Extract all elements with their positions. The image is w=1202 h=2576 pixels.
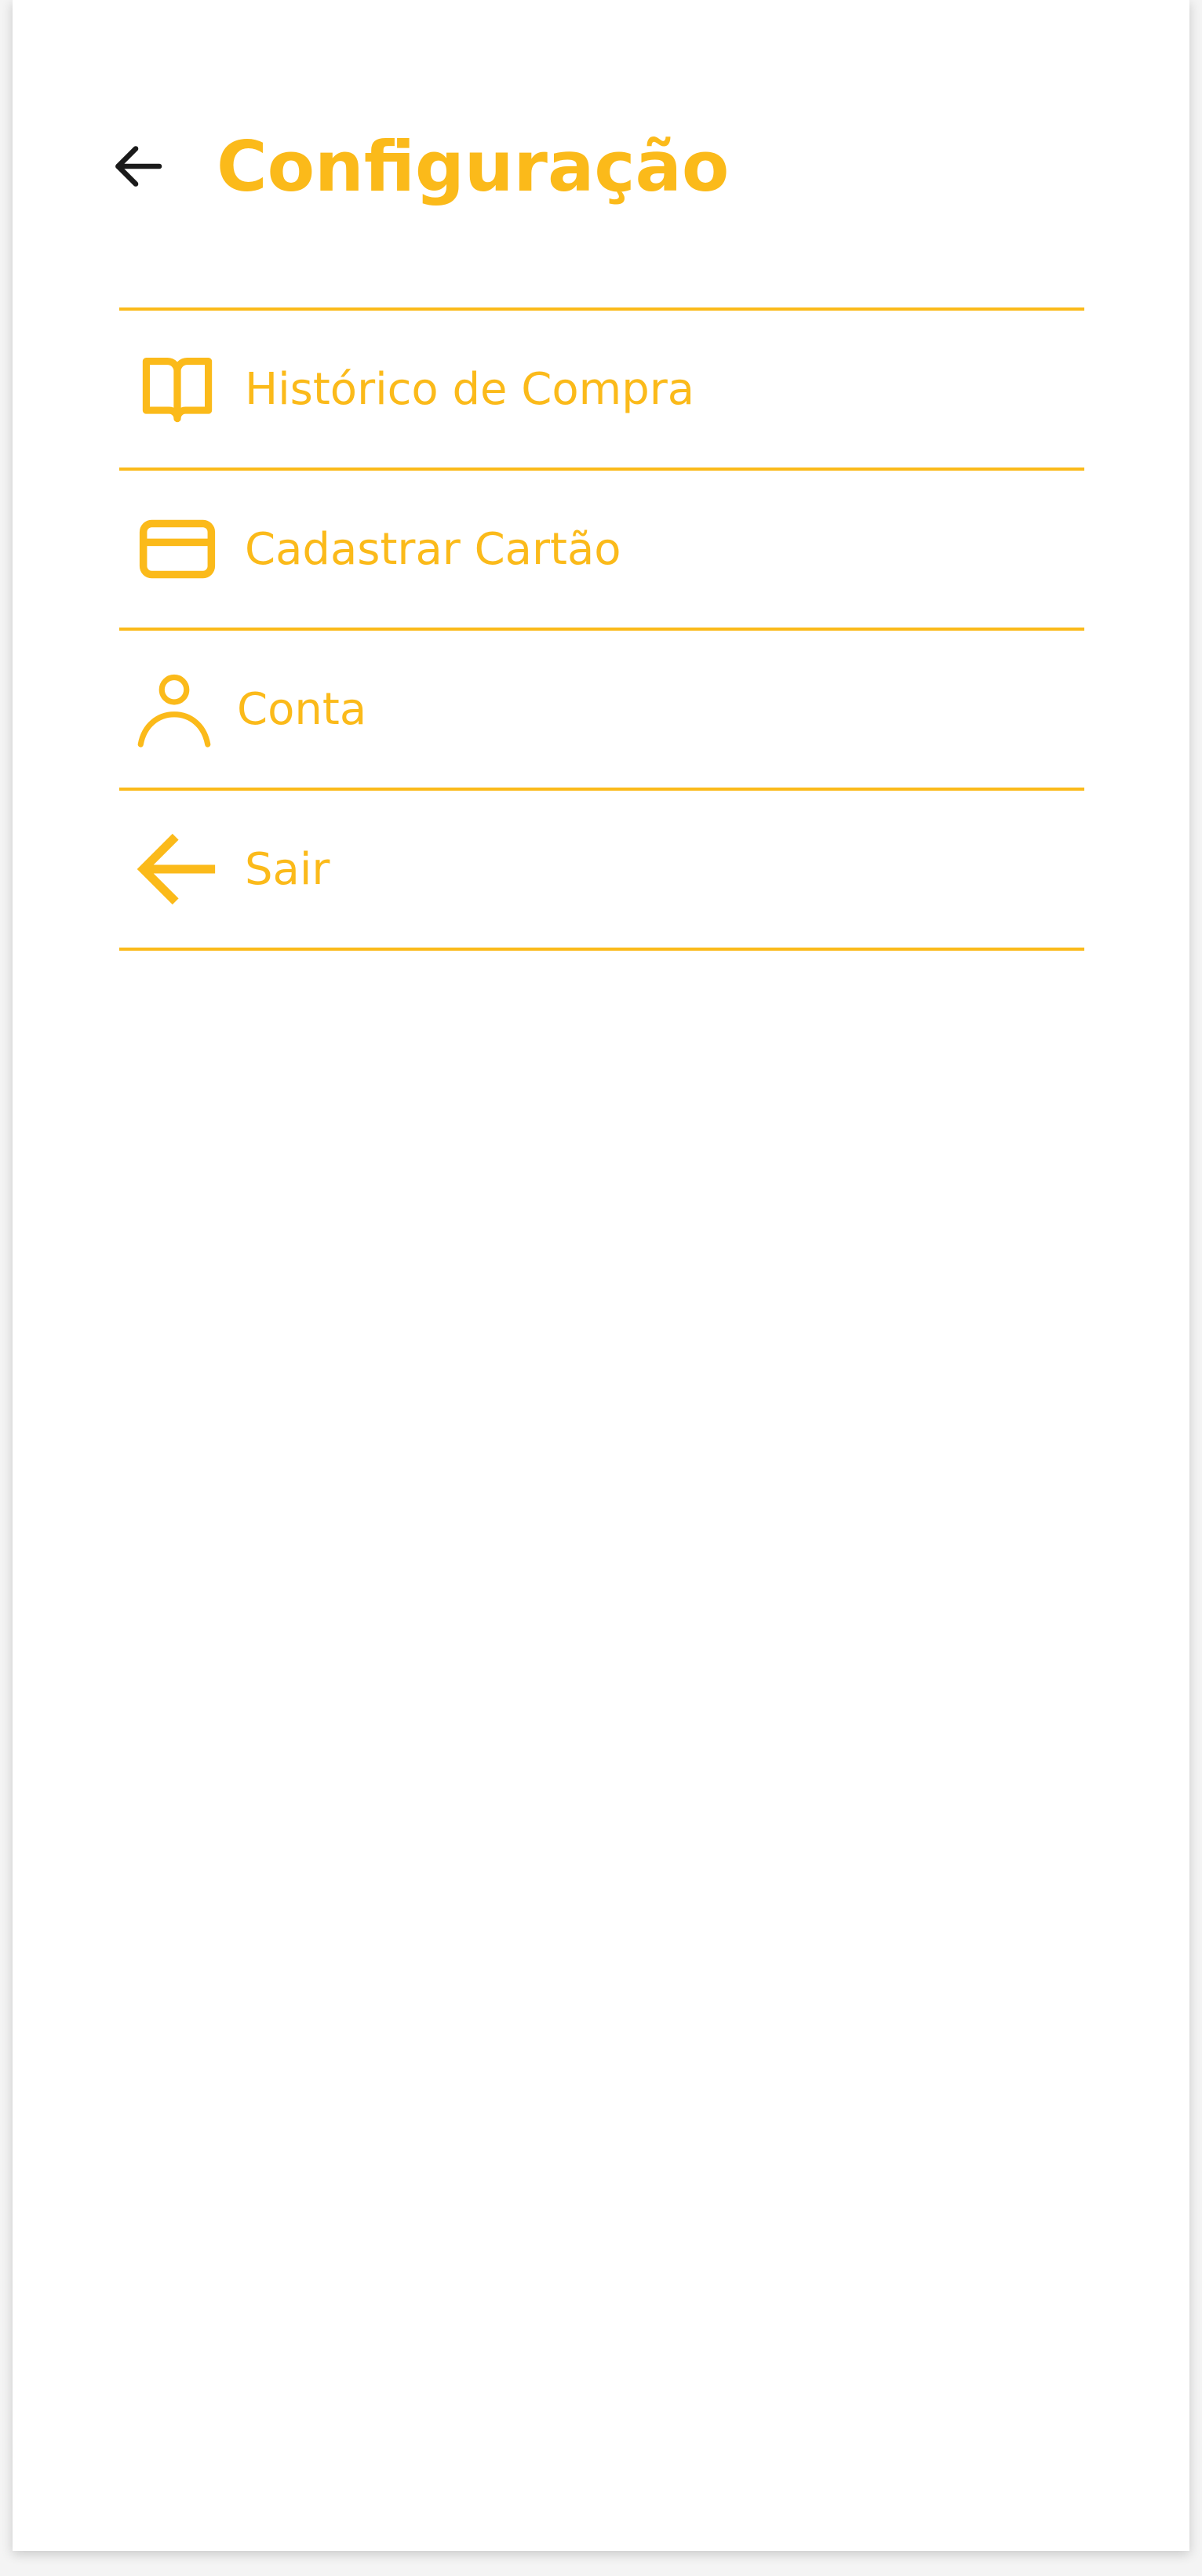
- credit-card-icon: [130, 502, 224, 596]
- menu-item-label: Histórico de Compra: [245, 363, 695, 415]
- header: Configuração: [13, 110, 1189, 220]
- settings-screen: Configuração Histórico de Compra Cadastr…: [13, 0, 1189, 2551]
- logout-arrow-icon: [130, 822, 224, 916]
- settings-menu: Histórico de Compra Cadastrar Cartão Con…: [119, 307, 1084, 951]
- page-title: Configuração: [217, 126, 730, 207]
- book-icon: [130, 342, 224, 436]
- menu-item-account[interactable]: Conta: [119, 631, 1084, 791]
- menu-item-register-card[interactable]: Cadastrar Cartão: [119, 471, 1084, 631]
- menu-item-logout[interactable]: Sair: [119, 791, 1084, 951]
- menu-item-purchase-history[interactable]: Histórico de Compra: [119, 311, 1084, 471]
- user-icon: [127, 662, 221, 756]
- back-button[interactable]: [105, 133, 171, 199]
- arrow-left-icon: [115, 146, 162, 187]
- menu-item-label: Sair: [245, 843, 330, 895]
- menu-item-label: Conta: [237, 683, 367, 735]
- menu-item-label: Cadastrar Cartão: [245, 523, 621, 575]
